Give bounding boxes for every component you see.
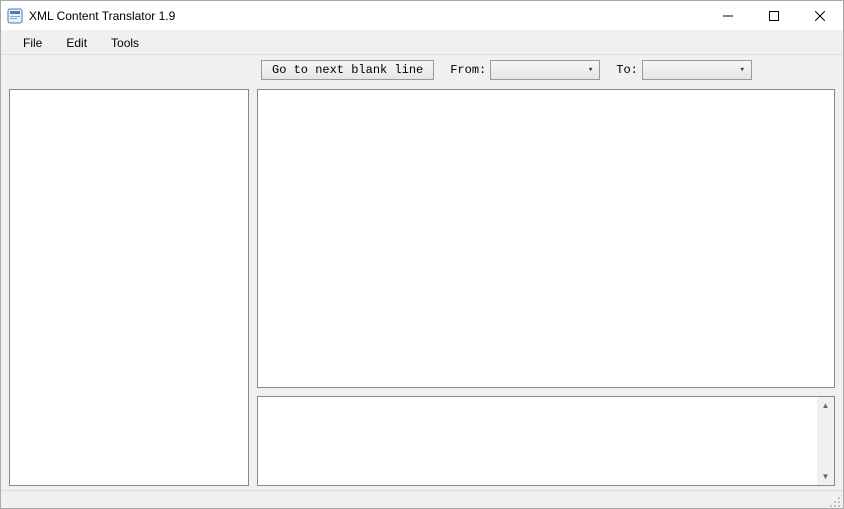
- menubar: File Edit Tools: [1, 31, 843, 55]
- to-group: To: ▾: [616, 60, 752, 80]
- go-to-next-blank-line-button[interactable]: Go to next blank line: [261, 60, 434, 80]
- from-group: From: ▾: [450, 60, 600, 80]
- app-icon: [7, 8, 23, 24]
- minimize-button[interactable]: [705, 1, 751, 30]
- content-panel[interactable]: [257, 89, 835, 388]
- scroll-down-icon[interactable]: ▼: [817, 468, 834, 485]
- menu-file[interactable]: File: [11, 33, 54, 53]
- right-side: ▲ ▼: [257, 89, 835, 486]
- menu-edit[interactable]: Edit: [54, 33, 99, 53]
- resize-grip[interactable]: [827, 494, 841, 508]
- scroll-up-icon[interactable]: ▲: [817, 397, 834, 414]
- from-label: From:: [450, 63, 486, 77]
- from-dropdown[interactable]: ▾: [490, 60, 600, 80]
- statusbar: [1, 490, 843, 508]
- chevron-down-icon: ▾: [588, 65, 593, 75]
- to-label: To:: [616, 63, 638, 77]
- to-dropdown[interactable]: ▾: [642, 60, 752, 80]
- edit-panel[interactable]: ▲ ▼: [257, 396, 835, 486]
- chevron-down-icon: ▾: [739, 65, 744, 75]
- menu-tools[interactable]: Tools: [99, 33, 151, 53]
- maximize-button[interactable]: [751, 1, 797, 30]
- toolbar: Go to next blank line From: ▾ To: ▾: [1, 55, 843, 85]
- window-title: XML Content Translator 1.9: [29, 9, 175, 23]
- main-area: ▲ ▼: [1, 85, 843, 490]
- vertical-scrollbar[interactable]: ▲ ▼: [817, 397, 834, 485]
- left-panel[interactable]: [9, 89, 249, 486]
- close-button[interactable]: [797, 1, 843, 30]
- titlebar: XML Content Translator 1.9: [1, 1, 843, 31]
- window-controls: [705, 1, 843, 30]
